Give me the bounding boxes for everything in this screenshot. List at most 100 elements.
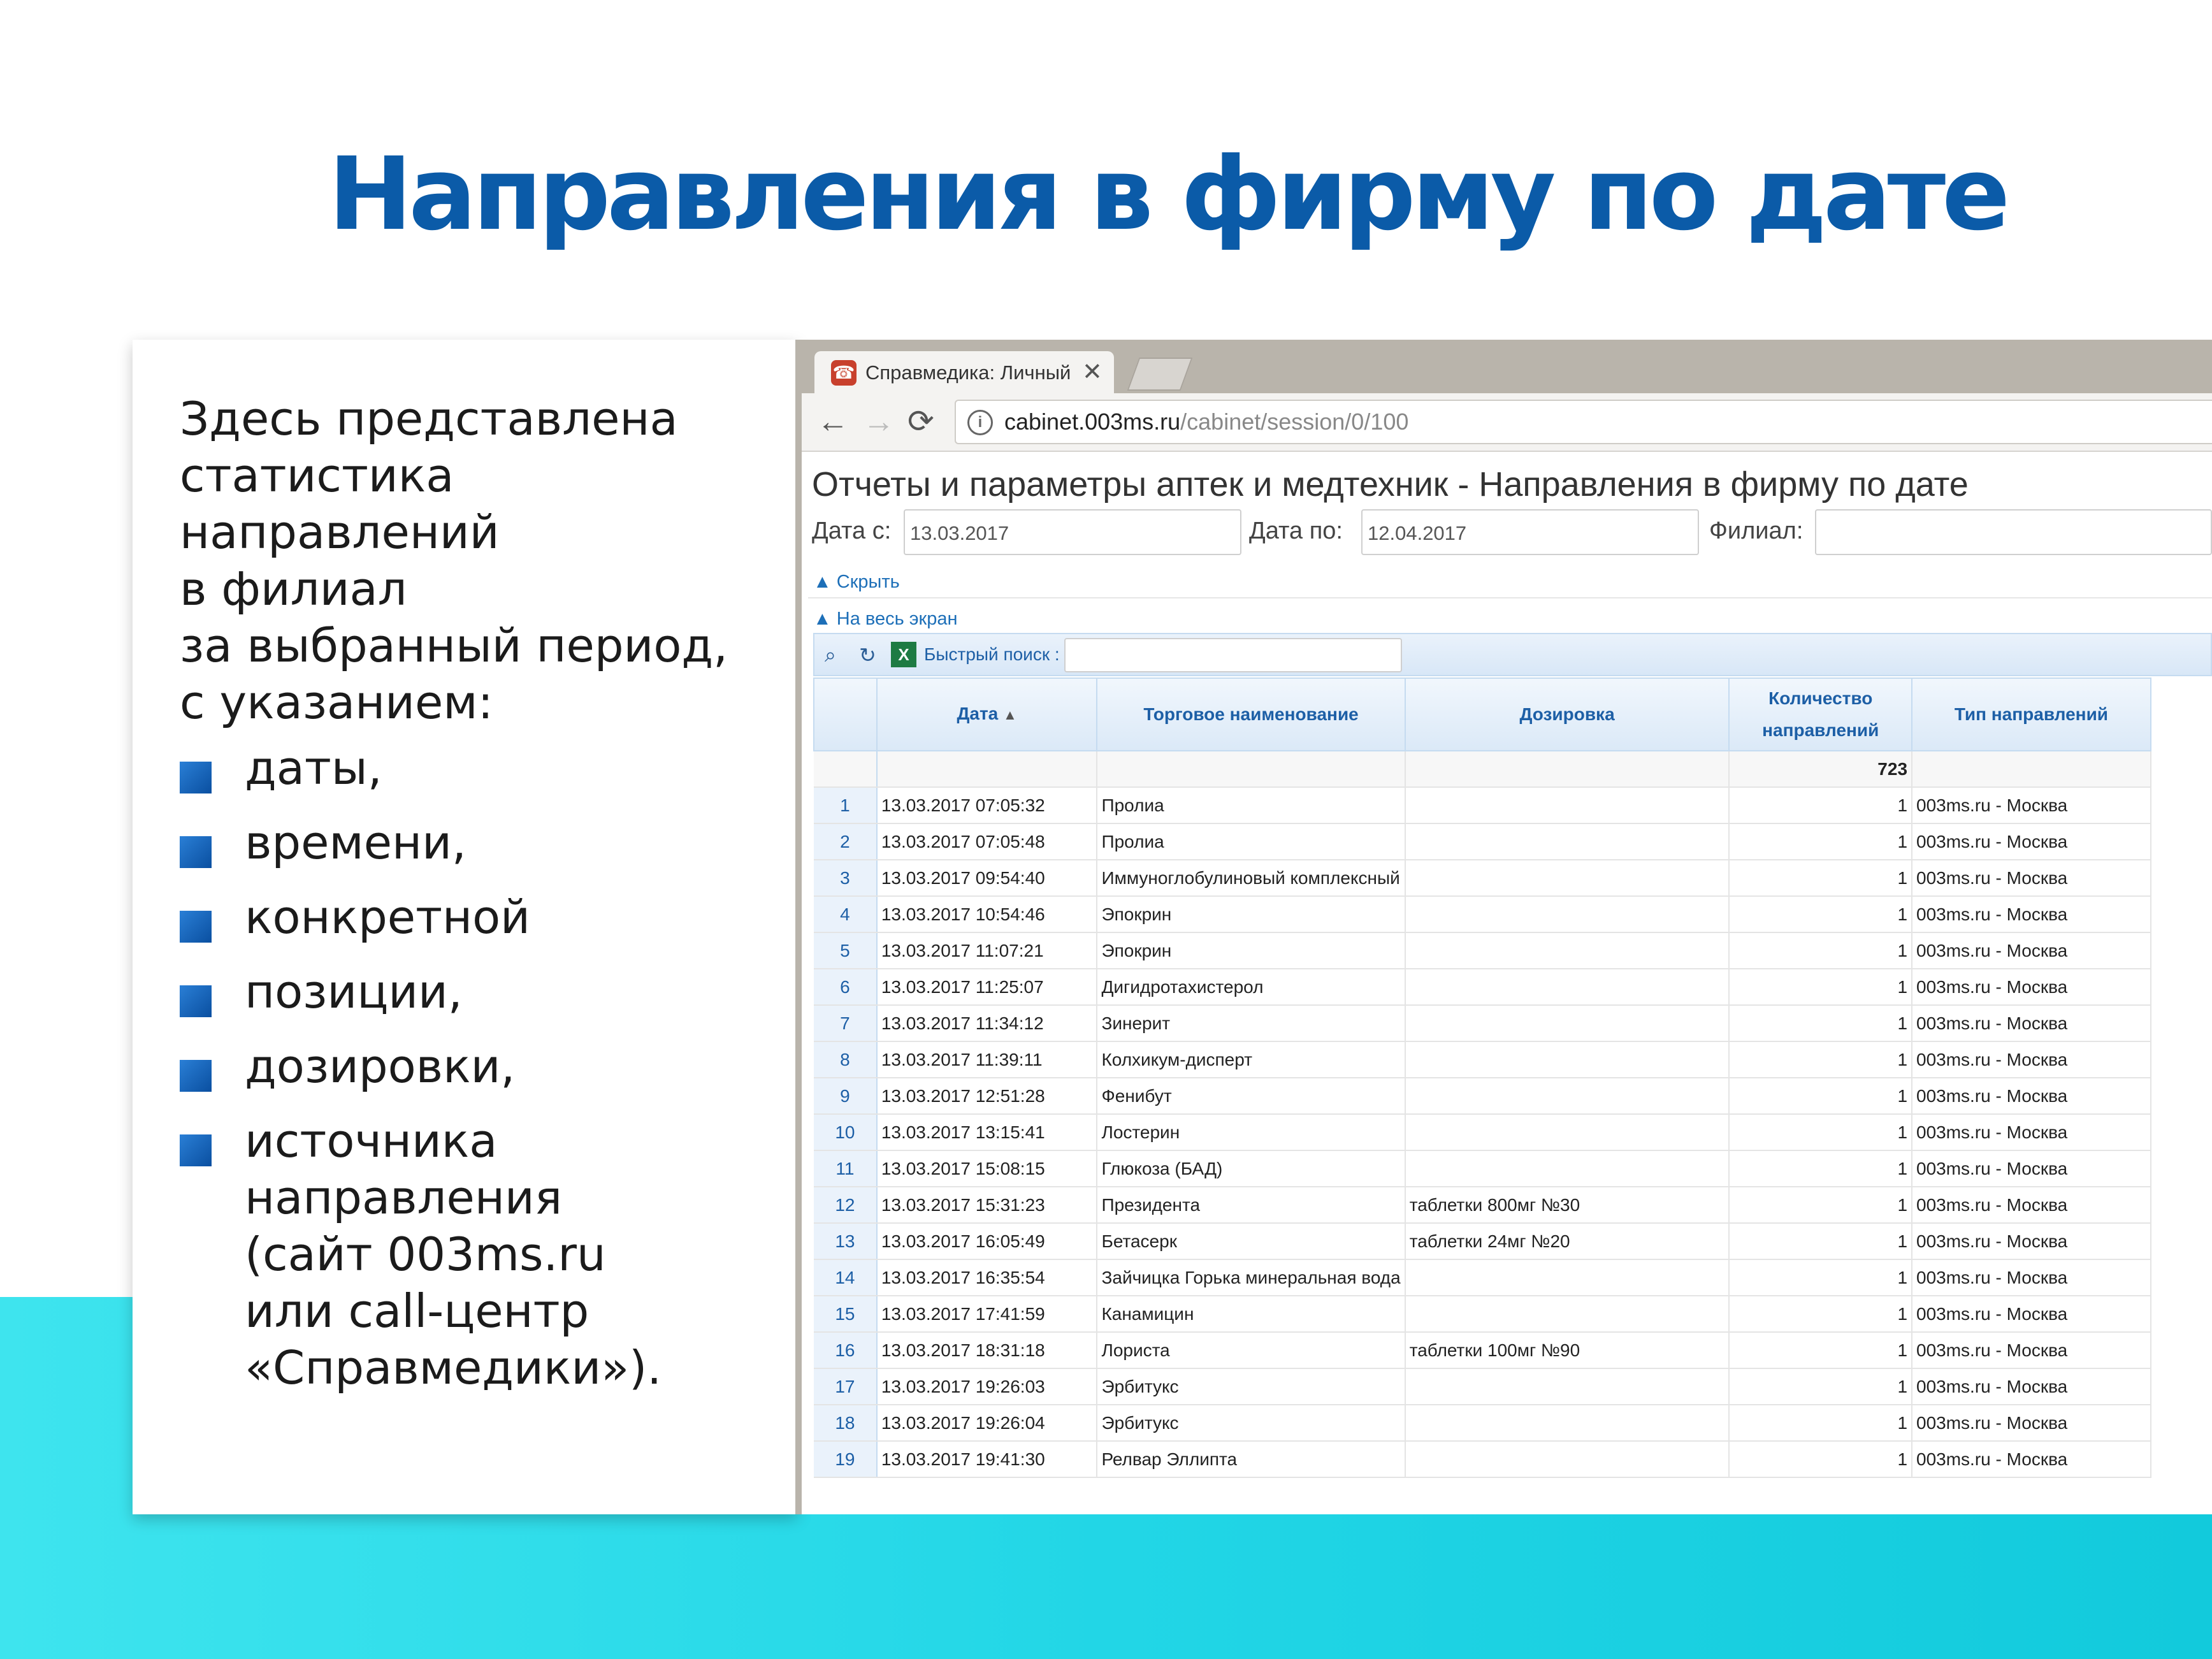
dosage-cell xyxy=(1405,896,1730,933)
fullscreen-link[interactable]: ▲ На весь экран xyxy=(813,609,958,630)
source-type-cell: 003ms.ru - Москва xyxy=(1912,1005,2151,1042)
bullet-dosage: дозировки, xyxy=(180,1038,792,1095)
row-number-cell: 12 xyxy=(814,1187,878,1224)
date-cell: 13.03.2017 11:39:11 xyxy=(876,1041,1098,1078)
row-number-cell: 11 xyxy=(814,1150,878,1187)
table-row[interactable]: 4 13.03.2017 10:54:46 Эпокрин 1 003ms.ru - М… xyxy=(814,896,2212,933)
row-number-cell: 17 xyxy=(814,1368,878,1405)
branch-select[interactable] xyxy=(1815,509,2212,555)
count-cell: 1 xyxy=(1729,1223,1913,1260)
grid-filler xyxy=(2150,1150,2212,1187)
trade-name-cell: Дигидротахистерол xyxy=(1097,969,1406,1006)
page-title: Отчеты и параметры аптек и медтехник - Н… xyxy=(812,465,1969,503)
date-cell: 13.03.2017 11:25:07 xyxy=(876,969,1098,1006)
table-row[interactable]: 11 13.03.2017 15:08:15 Глюкоза (БАД) 1 003ms… xyxy=(814,1150,2212,1187)
date-from-label: Дата с: xyxy=(812,518,892,544)
table-row[interactable]: 5 13.03.2017 11:07:21 Эпокрин 1 003ms.ru - М… xyxy=(814,932,2212,969)
table-row[interactable]: 7 13.03.2017 11:34:12 Зинерит 1 003ms.ru - М… xyxy=(814,1005,2212,1042)
table-row[interactable]: 10 13.03.2017 13:15:41 Лостерин 1 003ms.ru -… xyxy=(814,1114,2212,1151)
source-type-cell: 003ms.ru - Москва xyxy=(1912,860,2151,897)
dosage-cell xyxy=(1405,1296,1730,1333)
table-row[interactable]: 17 13.03.2017 19:26:03 Эрбитукс 1 003ms.ru -… xyxy=(814,1368,2212,1405)
row-number-cell: 8 xyxy=(814,1041,878,1078)
table-row[interactable]: 14 13.03.2017 16:35:54 Зайчицка Горька мин… xyxy=(814,1259,2212,1296)
excel-export-icon[interactable]: X xyxy=(891,642,916,667)
col-header-date[interactable]: Дата ▲ xyxy=(876,677,1098,751)
table-row[interactable]: 9 13.03.2017 12:51:28 Фенибут 1 003ms.ru - М… xyxy=(814,1078,2212,1115)
quick-search-input[interactable] xyxy=(1064,638,1402,672)
grid-filler xyxy=(2150,1441,2212,1477)
table-row[interactable]: 12 13.03.2017 15:31:23 Президента таблетки … xyxy=(814,1187,2212,1224)
reload-icon[interactable]: ⟳ xyxy=(907,402,934,440)
dosage-cell xyxy=(1405,1441,1730,1478)
source-type-cell: 003ms.ru - Москва xyxy=(1912,1150,2151,1187)
total-row: 723 xyxy=(814,751,2212,788)
trade-name-cell: Эрбитукс xyxy=(1097,1405,1406,1442)
table-row[interactable]: 1 13.03.2017 07:05:32 Пролиа 1 003ms.ru - Мо… xyxy=(814,787,2212,824)
bullet-date: даты, xyxy=(180,740,792,797)
grid-filler xyxy=(2150,1296,2212,1332)
col-header-trade-name[interactable]: Торговое наименование xyxy=(1096,677,1406,751)
bullet-text: времени, xyxy=(245,816,466,869)
info-icon[interactable]: i xyxy=(967,410,993,435)
table-row[interactable]: 3 13.03.2017 09:54:40 Иммуноглобулиновый к… xyxy=(814,860,2212,897)
branch-label: Филиал: xyxy=(1709,518,1804,544)
trade-name-cell: Пролиа xyxy=(1097,787,1406,824)
source-type-cell: 003ms.ru - Москва xyxy=(1912,1187,2151,1224)
table-row[interactable]: 16 13.03.2017 18:31:18 Лориста таблетки 100… xyxy=(814,1332,2212,1369)
bullet-text: даты, xyxy=(245,741,382,795)
grid-filler xyxy=(2150,1187,2212,1223)
table-row[interactable]: 6 13.03.2017 11:25:07 Дигидротахистерол 1 00… xyxy=(814,969,2212,1006)
date-cell: 13.03.2017 07:05:48 xyxy=(876,823,1098,860)
grid-filler xyxy=(2150,1041,2212,1078)
table-row[interactable]: 13 13.03.2017 16:05:49 Бетасерк таблетки 24… xyxy=(814,1223,2212,1260)
trade-name-cell: Глюкоза (БАД) xyxy=(1097,1150,1406,1187)
forward-icon[interactable]: → xyxy=(863,402,895,440)
count-cell: 1 xyxy=(1729,787,1913,824)
bullet-specific: конкретной xyxy=(180,889,792,946)
dosage-cell xyxy=(1405,1114,1730,1151)
grid-header-filler xyxy=(2150,678,2212,751)
back-icon[interactable]: ← xyxy=(817,402,849,440)
refresh-icon[interactable]: ↻ xyxy=(859,643,876,667)
source-type-cell: 003ms.ru - Москва xyxy=(1912,896,2151,933)
col-header-count[interactable]: Количество направлений xyxy=(1728,677,1913,751)
date-cell: 13.03.2017 07:05:32 xyxy=(876,787,1098,824)
source-type-cell: 003ms.ru - Москва xyxy=(1912,1041,2151,1078)
date-from-input[interactable]: 13.03.2017 xyxy=(904,509,1241,555)
address-bar[interactable]: i cabinet.003ms.ru/cabinet/session/0/100 xyxy=(955,400,2212,444)
dosage-cell: таблетки 100мг №90 xyxy=(1405,1332,1730,1369)
grid-header-row: Дата ▲ Торговое наименование Дозировка К… xyxy=(813,677,2212,751)
bullet-square-icon xyxy=(180,836,212,868)
col-header-type[interactable]: Тип направлений xyxy=(1911,677,2151,751)
table-row[interactable]: 2 13.03.2017 07:05:48 Пролиа 1 003ms.ru - Мо… xyxy=(814,823,2212,860)
grid-toolbar: ⌕ ↻ X Быстрый поиск : xyxy=(813,633,2212,676)
table-row[interactable]: 15 13.03.2017 17:41:59 Канамицин 1 003ms.ru … xyxy=(814,1296,2212,1333)
bullet-square-icon xyxy=(180,985,212,1017)
row-number-cell: 5 xyxy=(814,932,878,969)
row-number-cell: 7 xyxy=(814,1005,878,1042)
date-cell: 13.03.2017 13:15:41 xyxy=(876,1114,1098,1151)
browser-tab[interactable]: ☎ Справмедика: Личный к ✕ xyxy=(814,351,1114,393)
dosage-cell xyxy=(1405,969,1730,1006)
new-tab-button[interactable] xyxy=(1127,358,1193,391)
row-number-cell: 13 xyxy=(814,1223,878,1260)
data-grid: Дата ▲ Торговое наименование Дозировка К… xyxy=(813,677,2212,1478)
grid-filler xyxy=(2150,1114,2212,1150)
search-icon[interactable]: ⌕ xyxy=(825,643,836,667)
sort-asc-icon[interactable]: ▲ xyxy=(1003,707,1017,723)
hide-filters-link[interactable]: ▲ Скрыть xyxy=(813,572,900,593)
grid-filler xyxy=(2150,1368,2212,1405)
col-header-dosage[interactable]: Дозировка xyxy=(1404,677,1730,751)
date-to-input[interactable]: 12.04.2017 xyxy=(1361,509,1699,555)
count-cell: 1 xyxy=(1729,896,1913,933)
close-icon[interactable]: ✕ xyxy=(1082,358,1102,386)
count-cell: 1 xyxy=(1729,969,1913,1006)
bullet-square-icon xyxy=(180,911,212,943)
table-row[interactable]: 18 13.03.2017 19:26:04 Эрбитукс 1 003ms.ru -… xyxy=(814,1405,2212,1442)
table-row[interactable]: 8 13.03.2017 11:39:11 Колхикум-дисперт 1 003… xyxy=(814,1041,2212,1078)
trade-name-cell: Канамицин xyxy=(1097,1296,1406,1333)
table-row[interactable]: 19 13.03.2017 19:41:30 Релвар Эллипта 1 003m… xyxy=(814,1441,2212,1478)
bullet-text: конкретной xyxy=(245,890,530,944)
count-cell: 1 xyxy=(1729,1187,1913,1224)
